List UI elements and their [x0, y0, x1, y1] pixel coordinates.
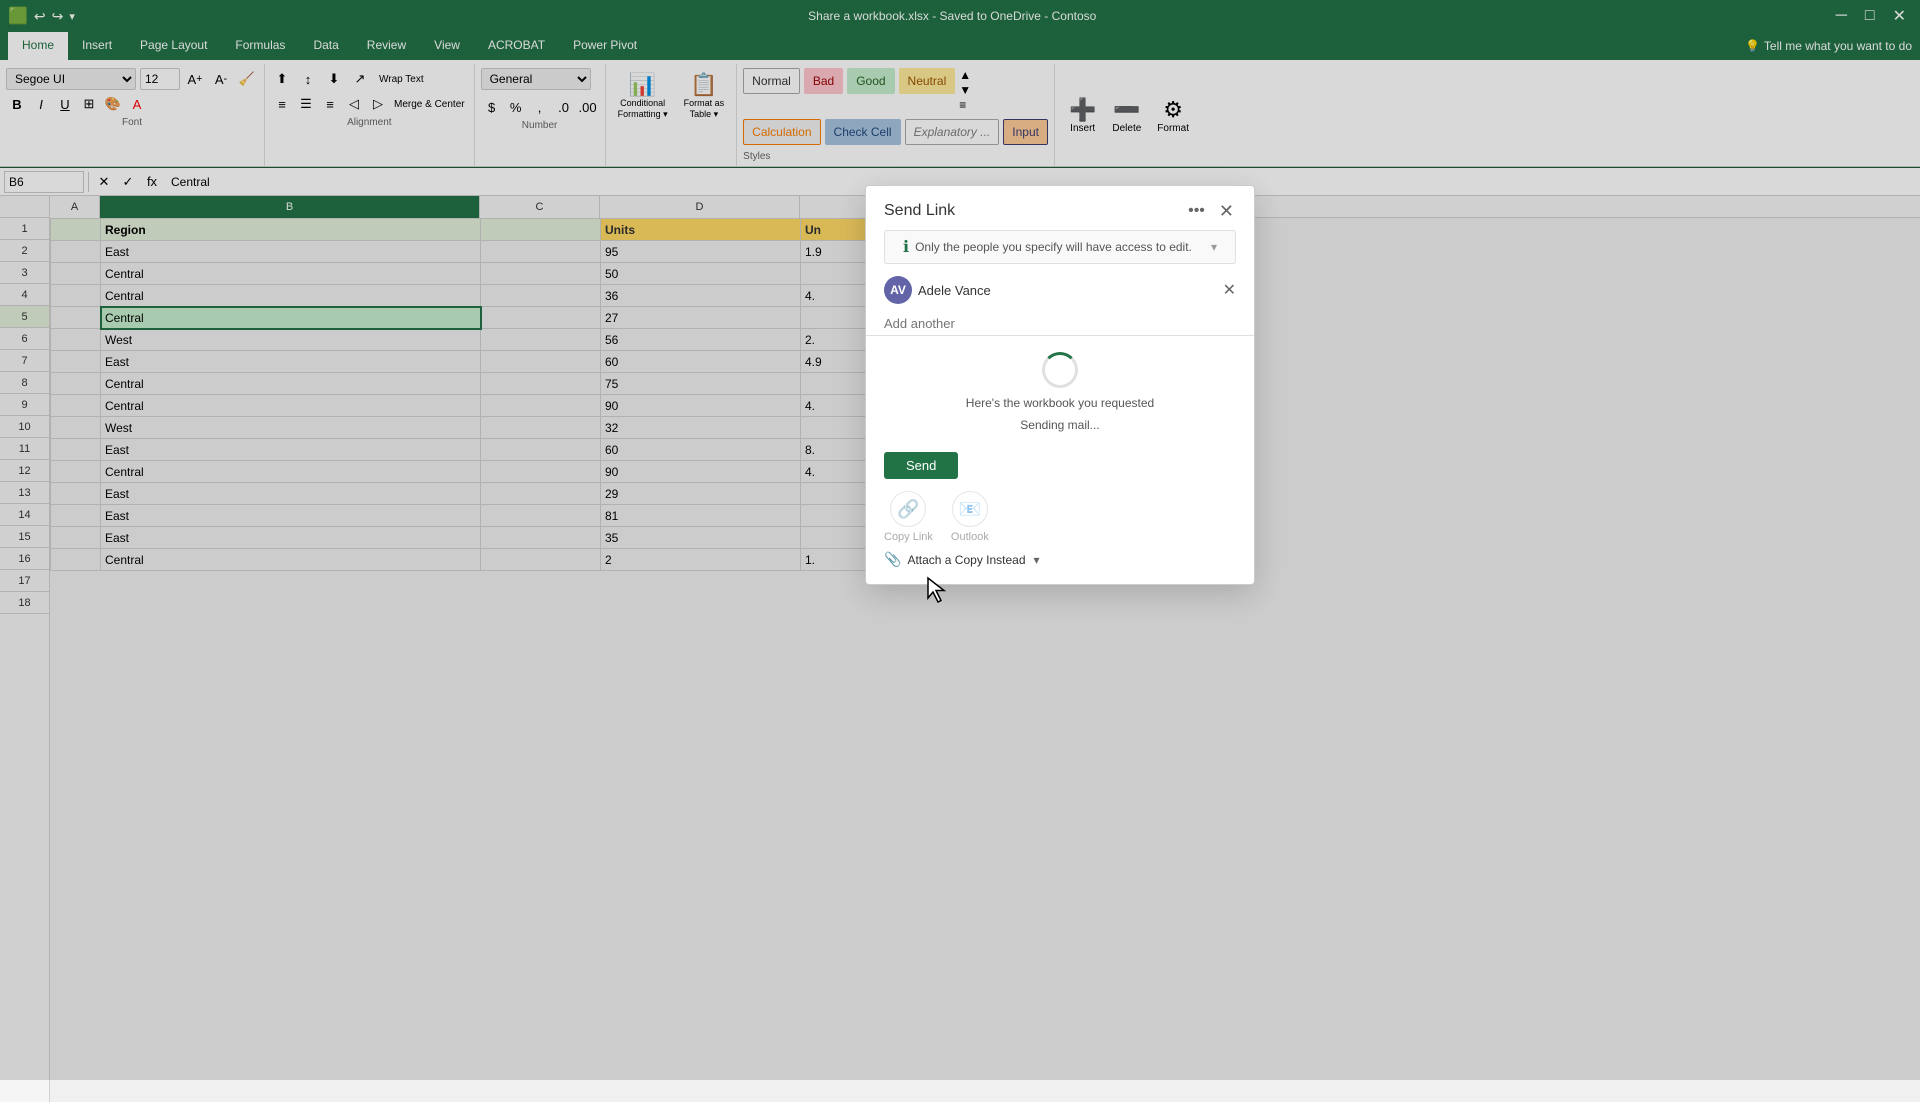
dialog-title: Send Link — [884, 202, 955, 220]
dialog-close-btn[interactable]: ✕ — [1217, 200, 1236, 222]
dialog-bottom-icons: 🔗 Copy Link 📧 Outlook — [866, 479, 1254, 543]
dialog-header: Send Link ••• ✕ — [866, 186, 1254, 230]
mouse-cursor — [926, 576, 950, 609]
attach-icon: 📎 — [884, 551, 901, 568]
copy-link-icon: 🔗 — [890, 491, 926, 527]
loading-spinner — [1042, 352, 1078, 388]
dialog-overlay: Send Link ••• ✕ ℹ Only the people you sp… — [0, 0, 1920, 1080]
outlook-icon: 📧 — [952, 491, 988, 527]
dialog-header-icons: ••• ✕ — [1186, 200, 1236, 222]
remove-recipient-btn[interactable]: ✕ — [1223, 280, 1236, 300]
dialog-permissions[interactable]: ℹ Only the people you specify will have … — [884, 230, 1236, 264]
send-btn[interactable]: Send — [884, 452, 958, 479]
permissions-icon: ℹ — [903, 237, 909, 257]
dialog-more-btn[interactable]: ••• — [1186, 200, 1207, 222]
recipient-chip: AV Adele Vance ✕ — [884, 276, 1236, 304]
sending-text: Sending mail... — [1020, 418, 1099, 432]
workbook-text: Here's the workbook you requested — [966, 396, 1154, 410]
outlook-label: Outlook — [951, 531, 989, 543]
attach-copy-text: Attach a Copy Instead — [907, 553, 1025, 567]
attach-chevron-icon: ▾ — [1034, 553, 1040, 567]
recipient-name: Adele Vance — [918, 283, 1217, 298]
copy-link-label: Copy Link — [884, 531, 933, 543]
add-another-input[interactable] — [866, 312, 1254, 336]
attach-copy-row[interactable]: 📎 Attach a Copy Instead ▾ — [866, 543, 1254, 568]
copy-link-item[interactable]: 🔗 Copy Link — [884, 491, 933, 543]
loading-area: Here's the workbook you requested Sendin… — [866, 336, 1254, 448]
permissions-text: Only the people you specify will have ac… — [915, 240, 1205, 254]
recipient-avatar: AV — [884, 276, 912, 304]
outlook-item[interactable]: 📧 Outlook — [951, 491, 989, 543]
send-link-dialog: Send Link ••• ✕ ℹ Only the people you sp… — [865, 185, 1255, 585]
permissions-chevron-icon: ▾ — [1211, 240, 1217, 254]
